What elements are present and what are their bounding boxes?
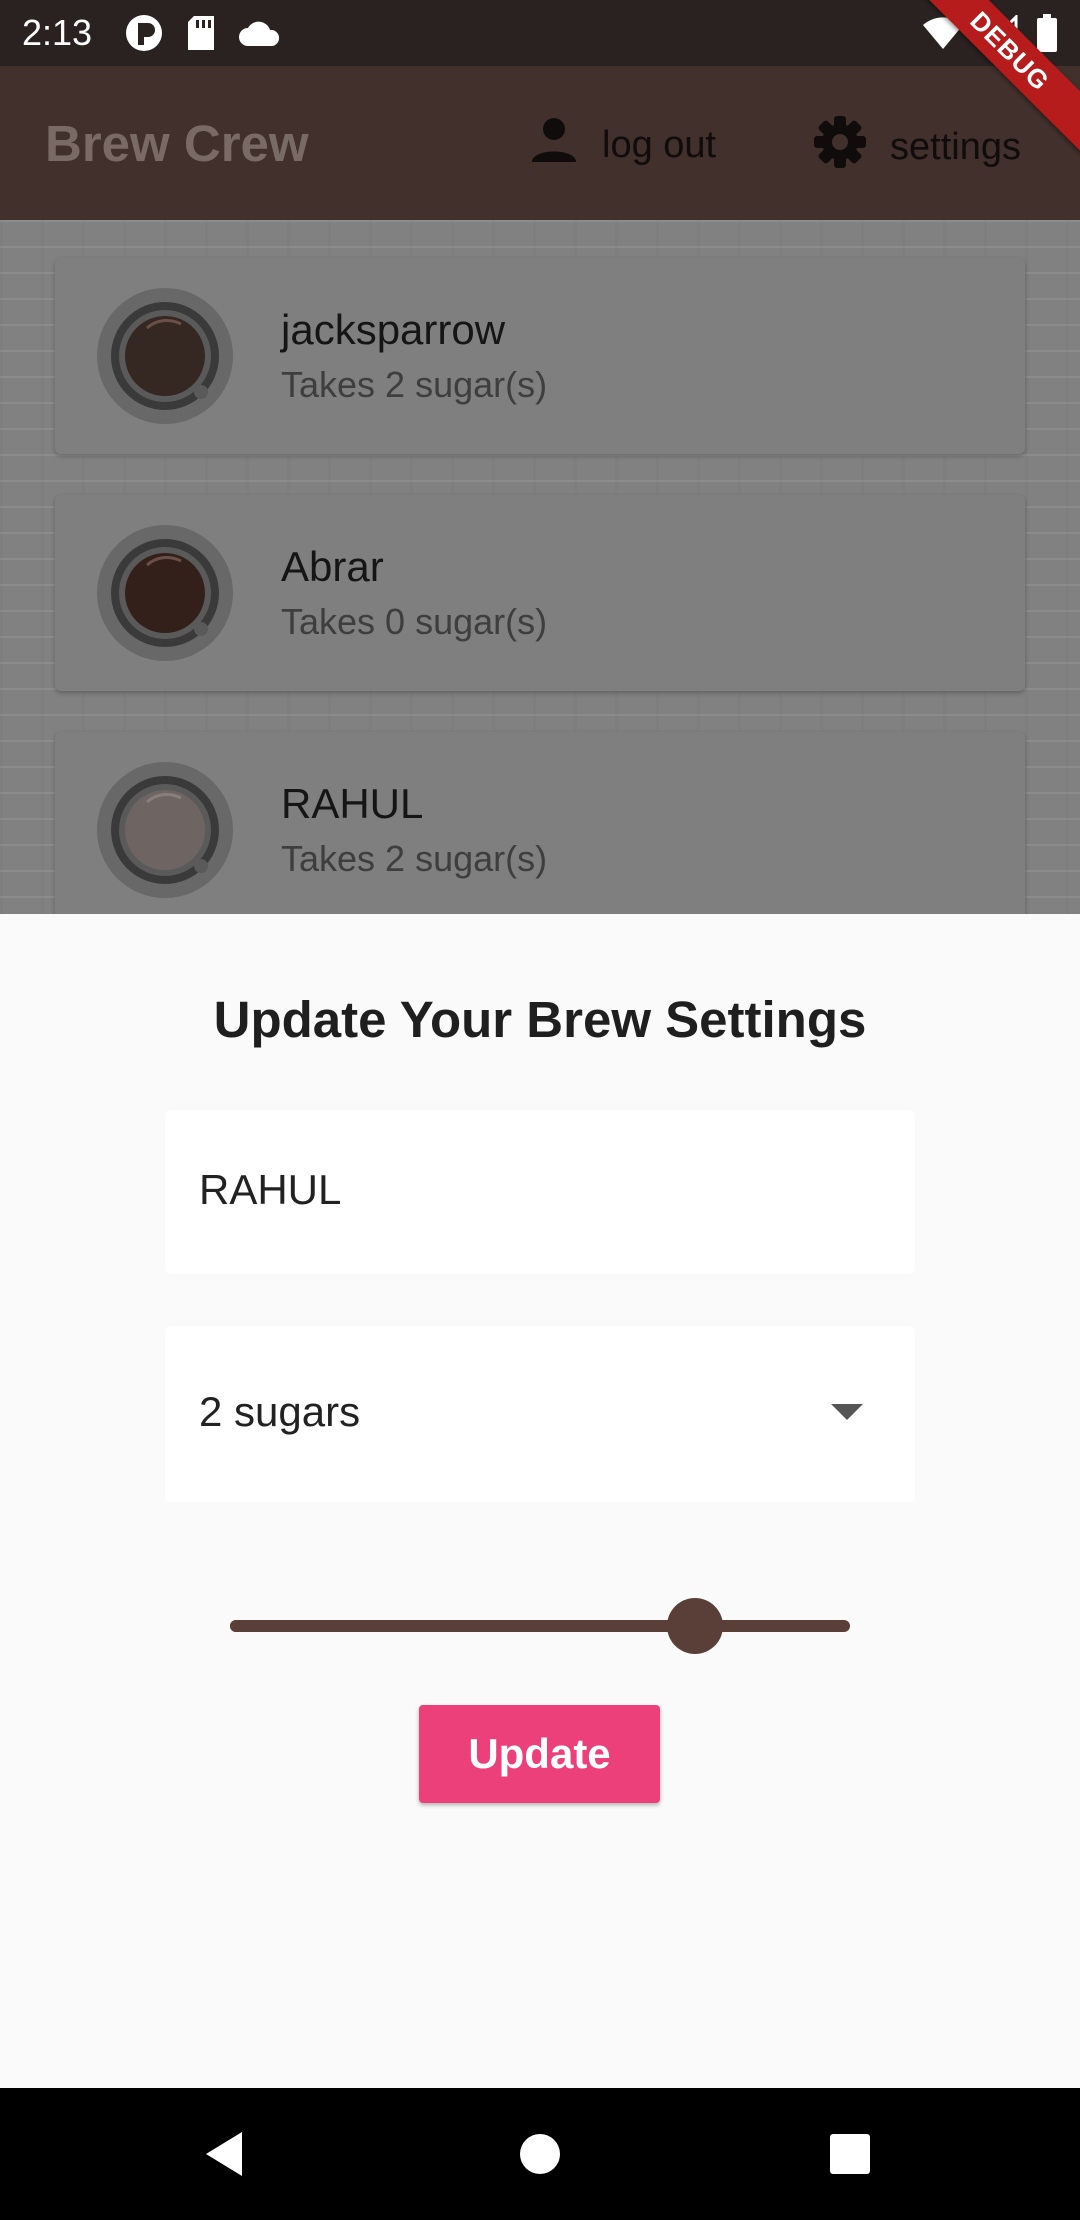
avatar xyxy=(97,762,233,898)
settings-bottom-sheet: Update Your Brew Settings 2 sugars Updat… xyxy=(0,914,1080,2088)
person-icon xyxy=(528,114,580,176)
avatar xyxy=(97,288,233,424)
app-bar: Brew Crew log out settings xyxy=(0,66,1080,220)
slider-thumb[interactable] xyxy=(667,1598,723,1654)
recents-icon[interactable] xyxy=(820,2124,880,2184)
update-button[interactable]: Update xyxy=(419,1705,660,1803)
strength-slider[interactable] xyxy=(230,1596,850,1656)
logout-label: log out xyxy=(602,123,717,166)
name-field xyxy=(165,1110,915,1274)
brew-name: RAHUL xyxy=(281,780,424,827)
logout-button[interactable]: log out xyxy=(528,114,716,176)
slider-active-track xyxy=(230,1620,695,1632)
brew-name: jacksparrow xyxy=(281,306,506,353)
settings-button[interactable]: settings xyxy=(812,114,1021,180)
list-item[interactable]: RAHUL Takes 2 sugar(s) xyxy=(55,732,1025,914)
brew-name: Abrar xyxy=(281,543,384,590)
brew-sugar-count: Takes 2 sugar(s) xyxy=(281,838,548,879)
sd-card-icon xyxy=(186,14,216,57)
name-input[interactable] xyxy=(199,1160,879,1220)
list-item[interactable]: jacksparrow Takes 2 sugar(s) xyxy=(55,258,1025,454)
coffee-cup-icon xyxy=(111,776,219,884)
list-item[interactable]: Abrar Takes 0 sugar(s) xyxy=(55,495,1025,691)
sheet-title: Update Your Brew Settings xyxy=(213,991,867,1048)
status-time: 2:13 xyxy=(22,12,93,53)
app-title: Brew Crew xyxy=(45,115,309,172)
status-bar: 2:13 DEBUG xyxy=(0,0,1080,172)
sugar-dropdown[interactable]: 2 sugars xyxy=(165,1326,915,1502)
settings-label: settings xyxy=(890,125,1021,168)
brew-sugar-count: Takes 2 sugar(s) xyxy=(281,364,548,405)
sugar-dropdown-value: 2 sugars xyxy=(199,1388,361,1435)
cloud-icon xyxy=(238,18,282,53)
avatar xyxy=(97,525,233,661)
coffee-cup-icon xyxy=(111,302,219,410)
back-icon[interactable] xyxy=(196,2124,256,2184)
brew-sugar-count: Takes 0 sugar(s) xyxy=(281,601,548,642)
navigation-bar xyxy=(0,2088,1080,2220)
coffee-cup-icon xyxy=(111,539,219,647)
home-icon[interactable] xyxy=(510,2124,570,2184)
caret-down-icon xyxy=(831,1404,863,1420)
notification-app-icon xyxy=(124,13,164,58)
gear-icon xyxy=(812,114,868,180)
brew-list: jacksparrow Takes 2 sugar(s) Abrar Takes… xyxy=(0,220,1080,914)
